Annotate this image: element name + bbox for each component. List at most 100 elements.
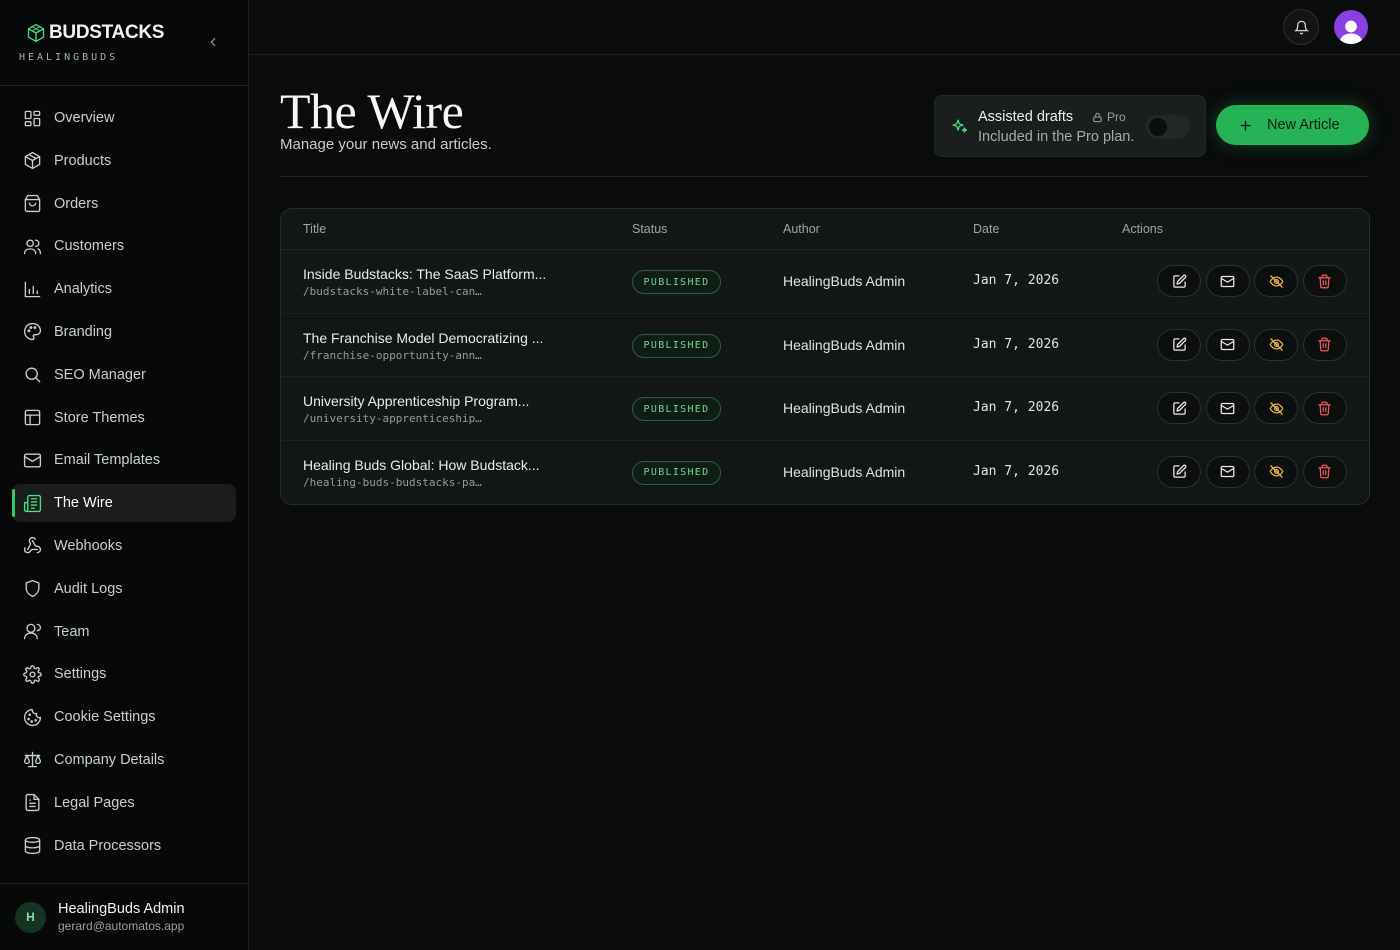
mail-icon <box>1220 275 1235 287</box>
sidebar-item-team[interactable]: Team <box>12 613 236 651</box>
article-title[interactable]: Healing Buds Global: How Budstack... <box>303 457 540 473</box>
eye-off-icon <box>1269 274 1283 288</box>
article-slug: /budstacks-white-label-can… <box>303 285 482 298</box>
table-body: Inside Budstacks: The SaaS Platform... /… <box>281 250 1369 504</box>
sidebar-item-audit-logs[interactable]: Audit Logs <box>12 570 236 608</box>
email-button[interactable] <box>1205 455 1250 488</box>
cookie-icon <box>23 708 42 726</box>
sidebar-item-label: Store Themes <box>54 409 145 426</box>
page-subtitle: Manage your news and articles. <box>280 136 492 153</box>
edit-button[interactable] <box>1157 328 1201 361</box>
sidebar-item-the-wire[interactable]: The Wire <box>12 484 236 523</box>
database-icon <box>24 836 41 855</box>
collapse-sidebar-button[interactable] <box>203 32 223 52</box>
toggle-knob <box>1149 118 1167 136</box>
sidebar-item-customers[interactable]: Customers <box>12 227 236 265</box>
sidebar-item-email-templates[interactable]: Email Templates <box>12 441 236 479</box>
email-button[interactable] <box>1205 328 1250 361</box>
article-author: HealingBuds Admin <box>783 336 906 353</box>
mail-icon <box>1220 402 1235 414</box>
unpublish-button[interactable] <box>1254 455 1298 488</box>
eye-off-icon <box>1269 338 1283 351</box>
article-date: Jan 7, 2026 <box>973 463 1060 479</box>
delete-button[interactable] <box>1302 265 1347 297</box>
table-row[interactable]: The Franchise Model Democratizing ... /f… <box>281 314 1369 377</box>
column-header-actions: Actions <box>1122 222 1163 236</box>
sidebar-item-company-details[interactable]: Company Details <box>12 741 236 779</box>
article-title[interactable]: University Apprenticeship Program... <box>303 393 529 409</box>
column-header-status[interactable]: Status <box>632 222 667 236</box>
sidebar-item-branding[interactable]: Branding <box>12 313 236 351</box>
plus-icon <box>1240 119 1251 131</box>
new-article-label: New Article <box>1267 117 1340 133</box>
row-actions <box>1157 328 1347 361</box>
table-row[interactable]: Inside Budstacks: The SaaS Platform... /… <box>281 250 1369 314</box>
delete-button[interactable] <box>1302 455 1347 488</box>
avatar: H <box>15 901 46 933</box>
sidebar-item-analytics[interactable]: Analytics <box>12 270 236 308</box>
table-row[interactable]: University Apprenticeship Program... /un… <box>281 377 1369 441</box>
status-badge: PUBLISHED <box>632 270 721 294</box>
status-badge: PUBLISHED <box>632 460 721 485</box>
mail-icon <box>1220 338 1235 351</box>
column-header-date[interactable]: Date <box>973 222 999 236</box>
sidebar-item-cookie-settings[interactable]: Cookie Settings <box>12 698 236 736</box>
sidebar-item-settings[interactable]: Settings <box>12 655 236 693</box>
file-text-icon <box>25 794 40 812</box>
page-title: The Wire <box>280 83 464 139</box>
email-button[interactable] <box>1205 265 1250 297</box>
sidebar-item-label: Overview <box>54 110 115 126</box>
sidebar-item-webhooks[interactable]: Webhooks <box>12 527 236 565</box>
article-title[interactable]: The Franchise Model Democratizing ... <box>303 330 543 346</box>
sidebar-item-legal-pages[interactable]: Legal Pages <box>12 784 236 822</box>
article-title[interactable]: Inside Budstacks: The SaaS Platform... <box>303 266 546 282</box>
sidebar-item-label: Audit Logs <box>54 580 123 597</box>
sidebar-item-store-themes[interactable]: Store Themes <box>12 399 236 437</box>
sidebar-item-products[interactable]: Products <box>12 142 236 180</box>
sidebar-item-seo-manager[interactable]: SEO Manager <box>12 356 236 394</box>
bell-icon <box>1293 20 1309 34</box>
cube-logo-icon <box>27 23 45 43</box>
sidebar-item-label: Data Processors <box>54 837 162 854</box>
edit-icon <box>1172 274 1186 288</box>
table-row[interactable]: Healing Buds Global: How Budstack... /he… <box>281 441 1369 505</box>
sidebar-nav: Overview Products Orders Customers Analy… <box>12 99 236 869</box>
brand-logo[interactable]: BUDSTACKS <box>26 22 164 44</box>
delete-button[interactable] <box>1302 392 1347 424</box>
delete-button[interactable] <box>1302 328 1347 361</box>
newspaper-icon <box>23 494 42 512</box>
sidebar-item-overview[interactable]: Overview <box>12 99 236 137</box>
profile-avatar-button[interactable] <box>1334 10 1368 44</box>
brand-subtitle: HEALINGBUDS <box>19 52 119 63</box>
column-header-title[interactable]: Title <box>303 222 326 236</box>
eye-off-icon <box>1269 401 1283 415</box>
email-button[interactable] <box>1205 392 1250 424</box>
sidebar-item-label: Settings <box>54 666 107 683</box>
column-header-author[interactable]: Author <box>783 222 820 236</box>
sidebar-item-orders[interactable]: Orders <box>12 185 236 223</box>
notifications-button[interactable] <box>1283 9 1319 45</box>
articles-table: Title Status Author Date Actions Inside … <box>280 208 1370 505</box>
article-author: HealingBuds Admin <box>783 400 906 416</box>
edit-button[interactable] <box>1157 392 1201 424</box>
mail-icon <box>1220 465 1235 478</box>
sidebar-item-data-processors[interactable]: Data Processors <box>12 827 236 865</box>
new-article-button[interactable]: New Article <box>1216 105 1369 145</box>
user-profile-footer[interactable]: H HealingBuds Admin gerard@automatos.app <box>0 883 248 950</box>
trash-icon <box>1318 337 1331 352</box>
user-silhouette-icon <box>1339 20 1363 44</box>
unpublish-button[interactable] <box>1254 328 1298 361</box>
gear-icon <box>23 665 42 684</box>
unpublish-button[interactable] <box>1254 392 1298 424</box>
sidebar-item-label: Branding <box>54 323 113 340</box>
eye-off-icon <box>1269 465 1283 478</box>
pro-badge-label: Pro <box>1107 110 1126 124</box>
article-slug: /healing-buds-budstacks-pa… <box>303 475 482 489</box>
unpublish-button[interactable] <box>1254 265 1298 297</box>
edit-button[interactable] <box>1157 265 1201 297</box>
user-email: gerard@automatos.app <box>58 919 185 933</box>
header-divider <box>280 176 1369 177</box>
assisted-drafts-title: Assisted drafts <box>978 109 1074 125</box>
edit-button[interactable] <box>1157 455 1201 488</box>
assisted-drafts-toggle[interactable] <box>1146 115 1190 139</box>
